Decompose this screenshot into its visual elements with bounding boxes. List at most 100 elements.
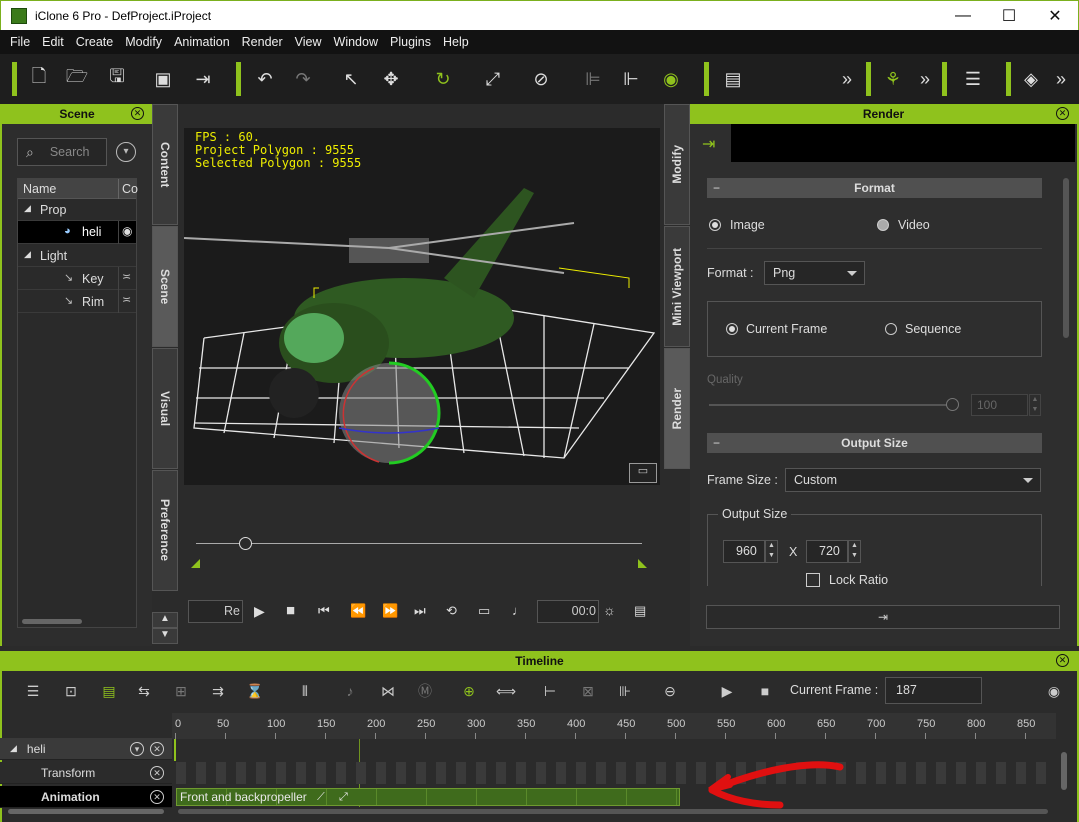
timeline-hscrollbar[interactable] bbox=[178, 809, 1048, 814]
tab-preference[interactable]: Preference bbox=[152, 470, 178, 591]
image-radio[interactable] bbox=[709, 219, 721, 231]
rewind-icon[interactable]: ⏪ bbox=[350, 603, 366, 619]
time-scrubber-handle[interactable] bbox=[239, 537, 252, 550]
menu-file[interactable]: File bbox=[4, 35, 36, 49]
current-frame-radio[interactable] bbox=[726, 323, 738, 335]
plugin-icon[interactable]: ◈ bbox=[1020, 68, 1042, 90]
close-panel-icon[interactable]: ✕ bbox=[131, 107, 144, 120]
scroll-up-icon[interactable]: ▲ bbox=[152, 612, 178, 628]
fit-range-icon[interactable]: ⟺ bbox=[496, 683, 516, 699]
video-radio[interactable] bbox=[877, 219, 889, 231]
track-list-icon[interactable]: ☰ bbox=[24, 683, 42, 699]
new-file-icon[interactable]: 🗋 bbox=[28, 66, 50, 90]
tree-row[interactable]: ◢ Prop bbox=[18, 199, 136, 221]
clip-speed-icon[interactable]: ⤢ bbox=[339, 789, 348, 805]
zoom-out-icon[interactable]: ⊖ bbox=[661, 683, 679, 699]
time-scrubber-track[interactable] bbox=[196, 543, 642, 544]
tree-row[interactable]: ◢ Light bbox=[18, 244, 136, 267]
menu-window[interactable]: Window bbox=[328, 35, 384, 49]
save-icon[interactable]: 🖫 bbox=[106, 66, 128, 90]
menu-animation[interactable]: Animation bbox=[168, 35, 236, 49]
render-panel-scrollbar[interactable] bbox=[1063, 178, 1069, 338]
3d-viewport[interactable]: FPS : 60. Project Polygon : 9555 Selecte… bbox=[184, 128, 660, 485]
track-transform[interactable]: Transform ✕ bbox=[0, 762, 172, 784]
insert-frames-icon[interactable]: ⊢ bbox=[541, 683, 559, 699]
menu-edit[interactable]: Edit bbox=[36, 35, 70, 49]
move-icon[interactable]: ✥ bbox=[380, 68, 402, 90]
track-options-icon[interactable]: ▾ bbox=[130, 742, 144, 756]
visibility-eye-icon[interactable]: ◉ bbox=[660, 68, 682, 90]
maximize-button[interactable]: ☐ bbox=[986, 1, 1032, 31]
scroll-down-icon[interactable]: ▼ bbox=[152, 628, 178, 644]
scale-icon[interactable]: ⤢ bbox=[482, 68, 504, 90]
tree-row[interactable]: ↘ Key ≍ bbox=[18, 267, 136, 290]
blend-icon[interactable]: ⋈ bbox=[379, 683, 397, 699]
hidden-eye-icon[interactable]: ≍ bbox=[122, 293, 131, 306]
align-icon[interactable]: ⊩ bbox=[620, 68, 642, 90]
preview-icon[interactable]: ▣ bbox=[152, 68, 174, 90]
expand-more-icon[interactable]: » bbox=[836, 68, 858, 90]
minimize-button[interactable]: — bbox=[940, 1, 986, 31]
character-icon[interactable]: ⚘ bbox=[882, 68, 904, 90]
tree-row-selected[interactable]: ◕ heli ◉ bbox=[18, 221, 136, 244]
fast-forward-icon[interactable]: ⏩ bbox=[382, 603, 398, 619]
prev-frame-icon[interactable]: ⏮ bbox=[318, 603, 330, 619]
frame-size-dropdown[interactable]: Custom bbox=[785, 468, 1041, 492]
close-panel-icon[interactable]: ✕ bbox=[1056, 107, 1069, 120]
subtitle-icon[interactable]: ▭ bbox=[478, 603, 490, 619]
play-icon[interactable]: ▶ bbox=[254, 603, 265, 620]
tab-content[interactable]: Content bbox=[152, 104, 178, 225]
lock-ratio-checkbox[interactable] bbox=[806, 573, 820, 587]
comment-icon[interactable]: ▭ bbox=[629, 463, 657, 483]
visibility-eye-icon[interactable]: ◉ bbox=[122, 224, 132, 238]
expand-more-icon[interactable]: » bbox=[914, 68, 936, 90]
menu-render[interactable]: Render bbox=[236, 35, 289, 49]
brightness-icon[interactable]: ☼ bbox=[603, 602, 616, 618]
select-arrow-icon[interactable]: ↖ bbox=[340, 68, 362, 90]
frame-select-icon[interactable]: ⊡ bbox=[62, 683, 80, 699]
split-icon[interactable]: ⫴ bbox=[296, 683, 314, 699]
key-options-icon[interactable]: ⌛ bbox=[246, 683, 264, 699]
align-left-icon[interactable]: ⊫ bbox=[582, 68, 604, 90]
scene-search-box[interactable]: ⌕ Search bbox=[17, 138, 107, 166]
timeline-play-icon[interactable]: ▶ bbox=[718, 683, 736, 699]
timeline-view-icon[interactable]: ◉ bbox=[1045, 683, 1063, 699]
expand-more-icon[interactable]: » bbox=[1050, 68, 1072, 90]
layout-icon[interactable]: ▤ bbox=[722, 68, 744, 90]
close-panel-icon[interactable]: ✕ bbox=[1056, 654, 1069, 667]
open-folder-icon[interactable]: 🗁 bbox=[66, 66, 88, 90]
tree-row[interactable]: ↘ Rim ≍ bbox=[18, 290, 136, 313]
output-size-section-header[interactable]: − Output Size bbox=[707, 433, 1042, 453]
time-display[interactable]: 00:0 bbox=[537, 600, 599, 623]
render-export-icon[interactable]: ⇥ bbox=[702, 134, 715, 154]
stop-icon[interactable]: ■ bbox=[286, 602, 295, 619]
close-button[interactable]: ✕ bbox=[1032, 1, 1078, 31]
track-close-icon[interactable]: ✕ bbox=[150, 766, 164, 780]
tab-scene[interactable]: Scene bbox=[152, 226, 178, 347]
settings-sliders-icon[interactable]: ☰ bbox=[962, 68, 984, 90]
loop-icon[interactable]: ⟲ bbox=[446, 603, 457, 619]
track-expand-icon[interactable]: ▤ bbox=[100, 683, 118, 699]
height-field[interactable]: 720 bbox=[806, 540, 848, 563]
track-list-hscrollbar[interactable] bbox=[8, 809, 164, 814]
motion-layer-icon[interactable]: ♪ bbox=[341, 683, 359, 699]
width-field[interactable]: 960 bbox=[723, 540, 765, 563]
redo-icon[interactable]: ↷ bbox=[292, 68, 314, 90]
panel-toggle-icon[interactable]: ▤ bbox=[634, 603, 646, 619]
tab-render[interactable]: Render bbox=[664, 348, 690, 469]
sequence-radio[interactable] bbox=[885, 323, 897, 335]
timeline-vscrollbar[interactable] bbox=[1061, 752, 1067, 790]
track-close-icon[interactable]: ✕ bbox=[150, 790, 164, 804]
format-section-header[interactable]: − Format bbox=[707, 178, 1042, 198]
clip-curve-icon[interactable]: ⟋ bbox=[317, 789, 325, 805]
transform-key-lane[interactable] bbox=[176, 762, 1056, 784]
undo-icon[interactable]: ↶ bbox=[254, 68, 276, 90]
menu-view[interactable]: View bbox=[289, 35, 328, 49]
quality-slider-track[interactable] bbox=[709, 404, 949, 406]
filter-dropdown-icon[interactable]: ▾ bbox=[116, 142, 136, 162]
playback-mode-select[interactable]: Re bbox=[188, 600, 243, 623]
rotate-icon[interactable]: ↻ bbox=[432, 68, 454, 90]
timeline-stop-icon[interactable]: ■ bbox=[756, 683, 774, 699]
animation-clip[interactable]: Front and backpropeller ⟋ ⤢ bbox=[176, 788, 680, 806]
quality-spinner[interactable]: ▲ ▼ bbox=[1029, 394, 1041, 416]
